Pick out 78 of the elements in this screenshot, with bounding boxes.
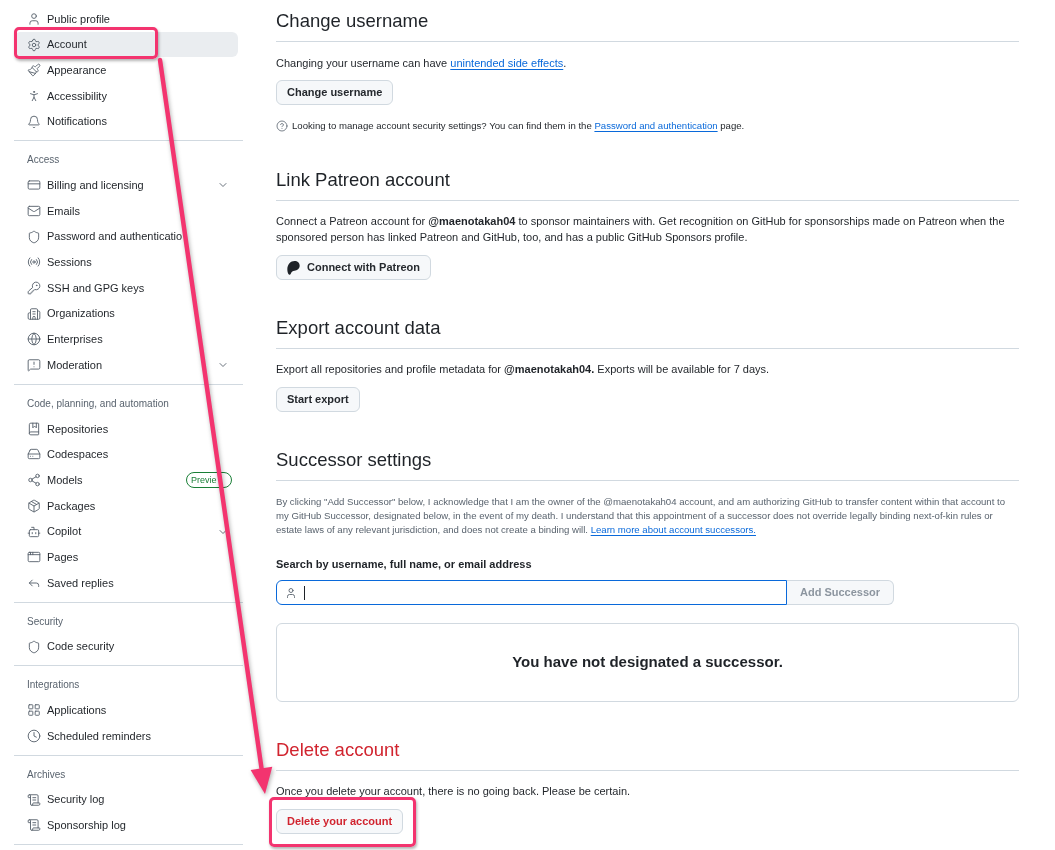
envelope-icon [27,203,41,218]
box-icon [27,498,41,513]
clock-icon [27,728,41,743]
building-icon [27,306,41,321]
text-link[interactable]: Learn more about account successors. [590,524,756,535]
logo-icon [287,260,300,275]
sidebar-item[interactable]: SSH and GPG keys [14,275,238,301]
sidebar-heading: Code, planning, and automation [27,397,169,409]
sidebar-item[interactable]: Organizations [14,300,238,327]
section-title: Successor settings [276,448,432,472]
figure-icon [27,88,41,103]
sidebar-heading: Archives [27,768,66,780]
person-icon [27,11,41,26]
book-icon [27,421,41,436]
start-export-button[interactable]: Start export [276,387,360,412]
section-title: Link Patreon account [276,168,450,192]
brush-icon [27,63,41,78]
empty-message: You have not designated a successor. [512,652,783,673]
cursor-icon [304,585,305,600]
sidebar-item[interactable]: Notifications [14,108,238,135]
sidebar-item[interactable]: Scheduled reminders [14,723,238,749]
person-icon [285,586,297,599]
help-text: Looking to manage account security settings? You can find them in the Password and authentication page. [292,119,745,133]
sidebar-item[interactable]: Emails [14,198,238,224]
sidebar-item[interactable]: Accessibility [14,83,238,109]
speech-bubble-icon [27,358,41,373]
globe-icon [27,332,41,347]
grid-icon [27,703,41,718]
description-text: Changing your username can have unintended side effects. [276,56,568,71]
sidebar-heading: Access [27,154,60,166]
shield-icon [27,639,41,654]
section-title: Export account data [276,316,441,340]
window-icon [27,550,41,565]
sidebar-item[interactable]: Codespaces [14,441,238,468]
sidebar-item[interactable]: Models [14,467,186,493]
description-text: Once you delete your account, there is no going back. Please be certain. [276,784,631,799]
gear-icon [27,37,41,52]
bell-icon [27,114,41,129]
sidebar-item[interactable]: Security log [14,786,238,813]
help-icon [276,120,288,132]
consent-text: By clicking "Add Successor" below, I acknowledge that I am the owner of the @maenotakah04 account, and am authorizing GitHub to transfer content within that account to my GitHub Successor, designated below, in the event of my death. I understand that this appointment of a successor does not override legally binding next-of-kin rules or estate laws of any relevant jurisdiction, and does not create a binding will. Learn more about account successors. [276,495,1007,537]
description-text: Export all repositories and profile metadata for @maenotakah04. Exports will be available for 7 days. [276,362,771,377]
sidebar-item[interactable]: Public profile [14,6,238,32]
change-username-button[interactable]: Change username [276,80,394,105]
sidebar-item[interactable]: Applications [14,697,238,724]
sidebar-heading: Security [27,615,64,627]
scroll-icon [27,818,41,833]
sidebar-item[interactable]: Code security [14,633,238,660]
sidebar-item[interactable]: Moderation [14,352,238,378]
field-label: Search by username, full name, or email address [276,557,532,572]
section-title: Change username [276,9,429,33]
sidebar-item[interactable]: Pages [14,544,238,571]
scroll-icon [27,792,41,807]
nodes-icon [27,473,41,488]
sidebar-heading: Integrations [27,679,80,691]
robot-icon [27,524,41,539]
sidebar-item[interactable]: Saved replies [14,570,238,596]
sidebar-item[interactable]: Repositories [14,415,238,442]
sidebar-item[interactable]: Account [14,31,238,58]
description-text: Connect a Patreon account for @maenotakah04 to sponsor maintainers with. Get recognition on GitHub for sponsorships made on Patreon when the sponsored person has linked Patreon and GitHub, too, and has a public GitHub Sponsors profile. [276,214,1006,245]
sidebar-item[interactable]: Billing and licensing [14,172,238,199]
sidebar-item[interactable]: Enterprises [14,326,238,353]
broadcast-icon [27,255,41,270]
sidebar-item[interactable]: Copilot [14,518,238,545]
sidebar-item[interactable]: Sessions [14,249,238,276]
key-icon [27,281,41,296]
connect-button[interactable]: Connect with Patreon [276,255,432,280]
sidebar-item[interactable]: Sponsorship log [14,812,238,839]
sidebar-item[interactable]: Packages [14,493,238,519]
shield-icon [27,229,41,244]
sidebar-item[interactable]: Password and authenticatio [14,223,238,250]
section-title: Delete account [276,738,400,762]
sidebar-item[interactable]: Appearance [14,57,238,84]
delete-account-button[interactable]: Delete your account [276,809,404,834]
card-icon [27,178,41,193]
drive-icon [27,447,41,462]
search-field[interactable] [276,580,787,605]
text-link[interactable]: Password and authentication [594,120,718,131]
